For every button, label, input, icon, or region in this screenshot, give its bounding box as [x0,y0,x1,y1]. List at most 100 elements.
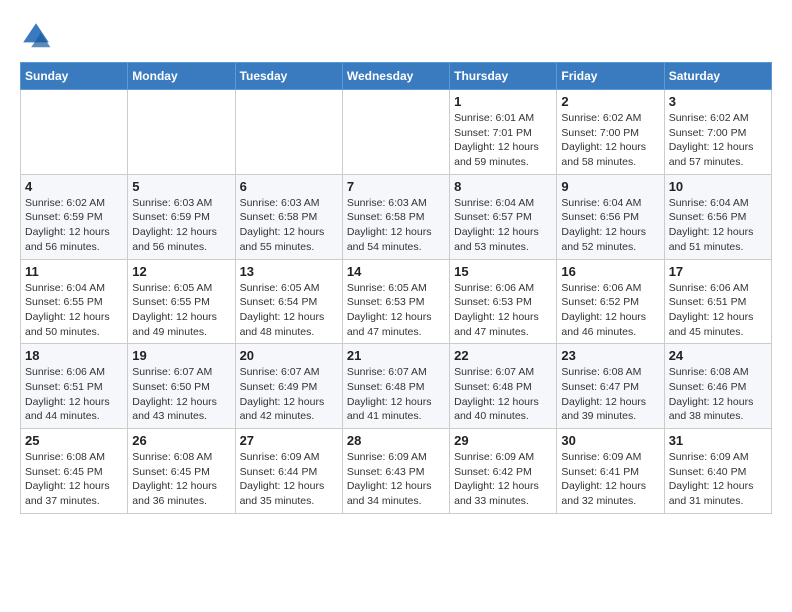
day-cell: 2 Sunrise: 6:02 AM Sunset: 7:00 PM Daylig… [557,90,664,175]
weekday-header-monday: Monday [128,63,235,90]
day-number: 24 [669,348,767,363]
day-number: 23 [561,348,659,363]
day-number: 9 [561,179,659,194]
week-row-2: 4 Sunrise: 6:02 AM Sunset: 6:59 PM Daylig… [21,174,772,259]
day-cell: 13 Sunrise: 6:05 AM Sunset: 6:54 PM Dayli… [235,259,342,344]
day-cell: 27Sunrise: 6:09 AM Sunset: 6:44 PM Dayli… [235,429,342,514]
day-number: 15 [454,264,552,279]
day-number: 18 [25,348,123,363]
calendar: SundayMondayTuesdayWednesdayThursdayFrid… [20,62,772,514]
day-number: 22 [454,348,552,363]
day-cell: 15 Sunrise: 6:06 AM Sunset: 6:53 PM Dayli… [450,259,557,344]
day-cell: 30 Sunrise: 6:09 AM Sunset: 6:41 PM Dayli… [557,429,664,514]
day-info: Sunrise: 6:07 AM Sunset: 6:48 PM Dayligh… [454,365,552,424]
day-number: 31 [669,433,767,448]
day-number: 16 [561,264,659,279]
day-number: 5 [132,179,230,194]
day-cell: 8 Sunrise: 6:04 AM Sunset: 6:57 PM Daylig… [450,174,557,259]
day-cell: 1 Sunrise: 6:01 AM Sunset: 7:01 PM Daylig… [450,90,557,175]
day-info: Sunrise: 6:06 AM Sunset: 6:51 PM Dayligh… [669,281,767,340]
day-cell: 12 Sunrise: 6:05 AM Sunset: 6:55 PM Dayli… [128,259,235,344]
day-cell: 25Sunrise: 6:08 AM Sunset: 6:45 PM Dayli… [21,429,128,514]
weekday-header-sunday: Sunday [21,63,128,90]
logo [20,20,56,52]
day-cell: 14 Sunrise: 6:05 AM Sunset: 6:53 PM Dayli… [342,259,449,344]
day-info: Sunrise: 6:05 AM Sunset: 6:55 PM Dayligh… [132,281,230,340]
day-info: Sunrise: 6:07 AM Sunset: 6:50 PM Dayligh… [132,365,230,424]
day-number: 27 [240,433,338,448]
day-number: 13 [240,264,338,279]
day-info: Sunrise: 6:04 AM Sunset: 6:55 PM Dayligh… [25,281,123,340]
day-cell: 28 Sunrise: 6:09 AM Sunset: 6:43 PM Dayli… [342,429,449,514]
day-info: Sunrise: 6:04 AM Sunset: 6:56 PM Dayligh… [669,196,767,255]
day-number: 2 [561,94,659,109]
day-cell: 17 Sunrise: 6:06 AM Sunset: 6:51 PM Dayli… [664,259,771,344]
day-cell [128,90,235,175]
day-number: 12 [132,264,230,279]
day-number: 20 [240,348,338,363]
day-number: 28 [347,433,445,448]
day-cell: 18 Sunrise: 6:06 AM Sunset: 6:51 PM Dayli… [21,344,128,429]
day-info: Sunrise: 6:09 AM Sunset: 6:41 PM Dayligh… [561,450,659,509]
day-info: Sunrise: 6:08 AM Sunset: 6:45 PM Dayligh… [132,450,230,509]
day-number: 26 [132,433,230,448]
day-info: Sunrise: 6:06 AM Sunset: 6:53 PM Dayligh… [454,281,552,340]
day-cell: 31 Sunrise: 6:09 AM Sunset: 6:40 PM Dayli… [664,429,771,514]
day-info: Sunrise: 6:04 AM Sunset: 6:57 PM Dayligh… [454,196,552,255]
day-cell: 19 Sunrise: 6:07 AM Sunset: 6:50 PM Dayli… [128,344,235,429]
day-info: Sunrise: 6:04 AM Sunset: 6:56 PM Dayligh… [561,196,659,255]
day-cell: 10 Sunrise: 6:04 AM Sunset: 6:56 PM Dayli… [664,174,771,259]
day-info: Sunrise: 6:07 AM Sunset: 6:48 PM Dayligh… [347,365,445,424]
weekday-header-row: SundayMondayTuesdayWednesdayThursdayFrid… [21,63,772,90]
weekday-header-thursday: Thursday [450,63,557,90]
week-row-5: 25 Sunrise: 6:08 AM Sunset: 6:45 PM Dayli… [21,429,772,514]
day-cell: 26 Sunrise: 6:08 AM Sunset: 6:45 PM Dayli… [128,429,235,514]
day-number: 30 [561,433,659,448]
day-number: 1 [454,94,552,109]
day-number: 19 [132,348,230,363]
day-info: Sunrise: 6:01 AM Sunset: 7:01 PM Dayligh… [454,111,552,170]
day-info: Sunrise: 6:02 AM Sunset: 7:00 PM Dayligh… [561,111,659,170]
day-info: Sunrise: 6:05 AM Sunset: 6:54 PM Dayligh… [240,281,338,340]
weekday-header-friday: Friday [557,63,664,90]
week-row-4: 18 Sunrise: 6:06 AM Sunset: 6:51 PM Dayli… [21,344,772,429]
day-number: 21 [347,348,445,363]
weekday-header-tuesday: Tuesday [235,63,342,90]
day-number: 7 [347,179,445,194]
day-number: 29 [454,433,552,448]
day-cell: 24 Sunrise: 6:08 AM Sunset: 6:46 PM Dayli… [664,344,771,429]
day-cell: 21 Sunrise: 6:07 AM Sunset: 6:48 PM Dayli… [342,344,449,429]
day-cell: 16 Sunrise: 6:06 AM Sunset: 6:52 PM Dayli… [557,259,664,344]
day-info: Sunrise: 6:09 AM Sunset: 6:43 PM Dayligh… [347,450,445,509]
day-cell: 5 Sunrise: 6:03 AM Sunset: 6:59 PM Daylig… [128,174,235,259]
day-number: 8 [454,179,552,194]
day-cell: 22 Sunrise: 6:07 AM Sunset: 6:48 PM Dayli… [450,344,557,429]
day-info: Sunrise: 6:07 AM Sunset: 6:49 PM Dayligh… [240,365,338,424]
day-info: Sunrise: 6:03 AM Sunset: 6:58 PM Dayligh… [347,196,445,255]
day-number: 4 [25,179,123,194]
day-info: Sunrise: 6:09 AM Sunset: 6:42 PM Dayligh… [454,450,552,509]
day-info: Sunrise: 6:08 AM Sunset: 6:47 PM Dayligh… [561,365,659,424]
day-info: Sunrise: 6:08 AM Sunset: 6:46 PM Dayligh… [669,365,767,424]
day-cell: 20 Sunrise: 6:07 AM Sunset: 6:49 PM Dayli… [235,344,342,429]
day-number: 10 [669,179,767,194]
day-cell: 6Sunrise: 6:03 AM Sunset: 6:58 PM Daylig… [235,174,342,259]
day-cell: 7 Sunrise: 6:03 AM Sunset: 6:58 PM Daylig… [342,174,449,259]
day-number: 14 [347,264,445,279]
day-cell: 11 Sunrise: 6:04 AM Sunset: 6:55 PM Dayli… [21,259,128,344]
day-cell [235,90,342,175]
logo-icon [20,20,52,52]
day-info: Sunrise: 6:05 AM Sunset: 6:53 PM Dayligh… [347,281,445,340]
day-info: Sunrise: 6:03 AM Sunset: 6:59 PM Dayligh… [132,196,230,255]
day-number: 17 [669,264,767,279]
day-info: Sunrise: 6:09 AM Sunset: 6:40 PM Dayligh… [669,450,767,509]
day-number: 11 [25,264,123,279]
day-cell: 4 Sunrise: 6:02 AM Sunset: 6:59 PM Daylig… [21,174,128,259]
day-cell [21,90,128,175]
day-info: Sunrise: 6:06 AM Sunset: 6:51 PM Dayligh… [25,365,123,424]
day-info: Sunrise: 6:02 AM Sunset: 6:59 PM Dayligh… [25,196,123,255]
day-number: 25 [25,433,123,448]
day-info: Sunrise: 6:06 AM Sunset: 6:52 PM Dayligh… [561,281,659,340]
day-cell [342,90,449,175]
day-cell: 9 Sunrise: 6:04 AM Sunset: 6:56 PM Daylig… [557,174,664,259]
